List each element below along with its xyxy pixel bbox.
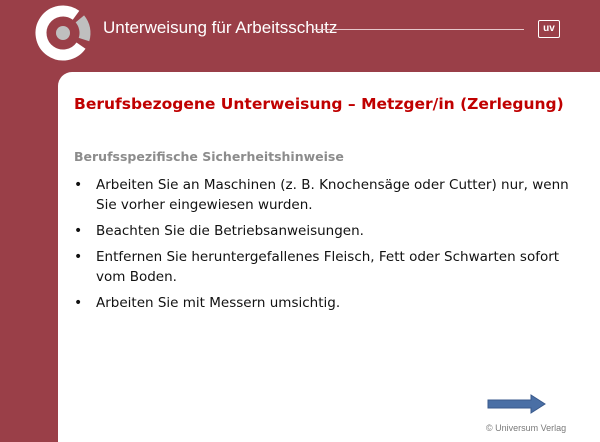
copyright-text: © Universum Verlag	[486, 423, 567, 433]
bullet-text: Beachten Sie die Betriebsanweisungen.	[96, 223, 364, 239]
bullet-icon: •	[74, 223, 83, 239]
slide-title: Berufsbezogene Unterweisung – Metzger/in…	[74, 95, 564, 113]
bullet-icon: •	[74, 295, 83, 311]
ring-logo-icon	[35, 5, 91, 61]
bullet-text: Entfernen Sie heruntergefallenes Fleisch…	[96, 249, 560, 285]
bullet-item-instructions: • Beachten Sie die Betriebsanweisungen.	[72, 221, 572, 241]
app-title: Unterweisung für Arbeitsschutz	[103, 18, 338, 37]
bullet-text: Arbeiten Sie mit Messern umsichtig.	[96, 295, 341, 311]
header-bar: Unterweisung für Arbeitsschutz uv	[0, 0, 600, 70]
bullet-item-floor: • Entfernen Sie heruntergefallenes Fleis…	[72, 247, 572, 287]
bullet-item-knives: • Arbeiten Sie mit Messern umsichtig.	[72, 293, 572, 313]
bullet-text: Arbeiten Sie an Maschinen (z. B. Knochen…	[96, 177, 569, 213]
slide-content: Berufsbezogene Unterweisung – Metzger/in…	[58, 72, 600, 442]
header-divider	[314, 29, 524, 30]
uv-badge-icon: uv	[538, 20, 560, 38]
bullet-icon: •	[74, 177, 83, 193]
section-heading: Berufsspezifische Sicherheitshinweise	[74, 149, 344, 164]
safety-bullet-list: • Arbeiten Sie an Maschinen (z. B. Knoch…	[72, 175, 572, 319]
bullet-item-machines: • Arbeiten Sie an Maschinen (z. B. Knoch…	[72, 175, 572, 215]
arrow-right-icon[interactable]	[487, 394, 547, 414]
bullet-icon: •	[74, 249, 83, 265]
